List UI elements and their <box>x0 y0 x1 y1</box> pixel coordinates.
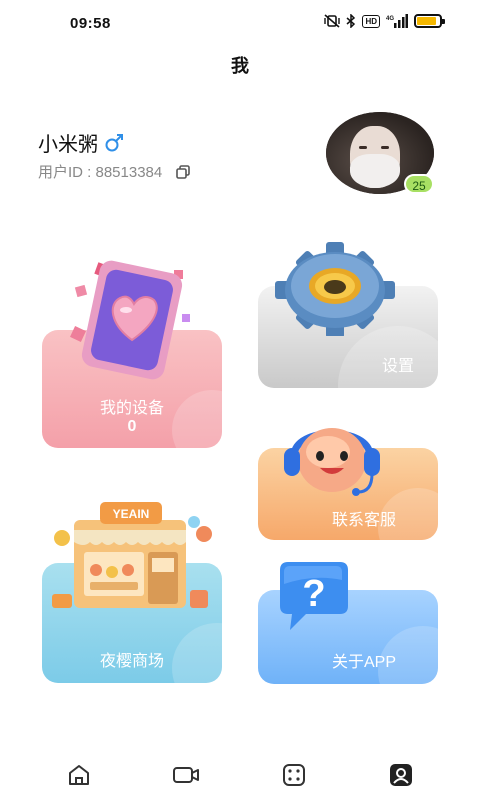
user-id-row: 用户ID : 88513384 <box>38 161 191 182</box>
headset-mascot-illustration <box>284 428 380 496</box>
page-title: 我 <box>231 56 249 76</box>
video-camera-icon <box>173 767 200 783</box>
battery-fill <box>417 17 436 25</box>
male-symbol-icon <box>105 133 123 151</box>
hd-icon: HD <box>362 14 380 28</box>
vibrate-mute-icon <box>324 14 341 28</box>
bluetooth-icon <box>346 14 356 28</box>
avatar-left-eye <box>359 146 367 149</box>
avatar-container[interactable]: 25 <box>326 112 434 194</box>
shop-storefront-illustration: YEAIN <box>52 502 212 608</box>
bottom-nav <box>0 750 480 800</box>
profile-name-row: 小米粥 <box>38 128 124 157</box>
gear-illustration <box>275 242 395 336</box>
customer-service-label: 联系客服 <box>331 512 396 529</box>
home-icon <box>68 765 89 785</box>
svg-text:?: ? <box>302 573 325 615</box>
profile-name: 小米粥 <box>38 134 98 156</box>
shop-sign-text: YEAIN <box>113 507 150 521</box>
avatar-right-eye <box>381 146 389 149</box>
copy-icon[interactable] <box>176 164 191 179</box>
user-icon <box>390 764 413 786</box>
nav-me[interactable] <box>386 760 416 790</box>
battery-icon <box>414 14 445 28</box>
network-label: 4G <box>386 16 394 22</box>
about-app-label: 关于APP <box>331 654 397 671</box>
nav-video[interactable] <box>171 760 201 790</box>
user-id-label: 用户ID : 88513384 <box>38 164 163 181</box>
device-heart-illustration <box>70 260 190 380</box>
dice-icon <box>282 764 305 786</box>
my-devices-count: 0 <box>127 418 137 435</box>
signal-icon: 4G <box>386 14 408 28</box>
nav-dice[interactable] <box>279 760 309 790</box>
status-icons: HD 4G <box>324 14 445 28</box>
avatar-face-mask <box>350 154 400 188</box>
nav-home[interactable] <box>64 760 94 790</box>
status-bar: 09:58 HD 4G <box>0 0 480 44</box>
status-time: 09:58 <box>70 15 111 32</box>
question-bubble-illustration: ? <box>280 562 348 630</box>
level-badge: 25 <box>404 174 434 194</box>
my-devices-label: 我的设备 <box>99 400 164 417</box>
shop-label: 夜樱商场 <box>99 653 164 670</box>
settings-label: 设置 <box>381 358 414 375</box>
